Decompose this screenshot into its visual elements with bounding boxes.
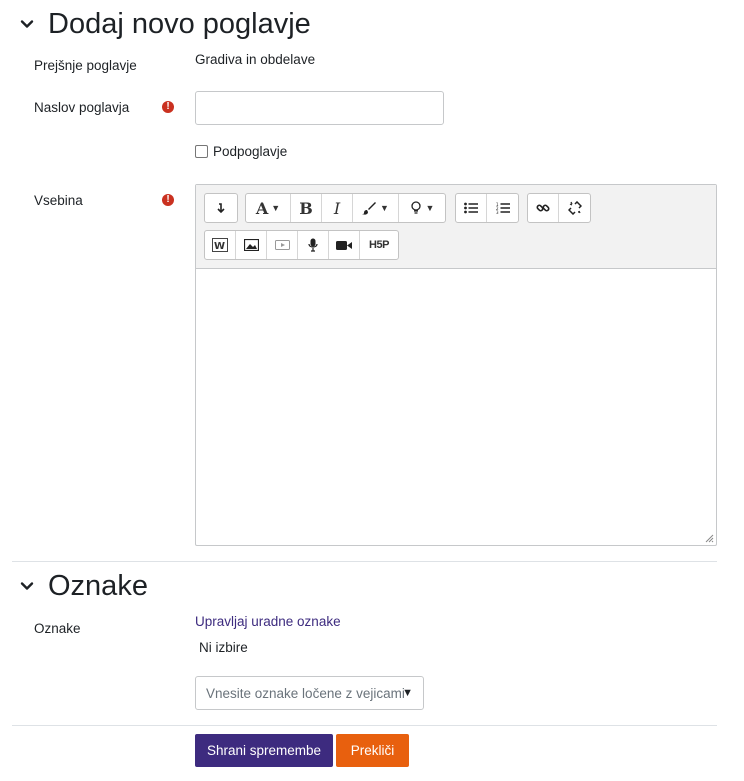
chapter-title-label: Naslov poglavja (34, 100, 130, 115)
accessibility-button[interactable]: ▼ (399, 194, 445, 222)
content-label: Vsebina (34, 193, 83, 208)
editor-toolbar: A ▼ B I ▼ ▼ 123 W H5P (196, 185, 716, 269)
ordered-list-icon: 123 (496, 202, 510, 214)
unordered-list-icon (464, 202, 478, 214)
toolbar-group-links (527, 193, 591, 223)
bold-icon: B (299, 198, 313, 218)
tags-label: Oznake (34, 621, 81, 636)
subchapter-checkbox[interactable] (195, 145, 208, 158)
record-video-icon (336, 240, 352, 250)
resize-handle-icon[interactable] (705, 534, 714, 543)
collapse-toolbar-button[interactable] (205, 194, 237, 222)
link-icon (536, 204, 550, 212)
image-icon (243, 239, 259, 251)
section-header-tags[interactable]: Oznake (20, 568, 148, 604)
media-icon (274, 240, 290, 250)
bold-button[interactable]: B (291, 194, 322, 222)
section-divider (12, 725, 717, 726)
tags-input-placeholder: Vnesite oznake ločene z vejicami (206, 685, 405, 701)
previous-chapter-value: Gradiva in obdelave (195, 52, 316, 67)
italic-icon: I (333, 198, 341, 218)
record-audio-button[interactable] (298, 231, 329, 259)
collapse-icon (217, 203, 225, 214)
caret-down-icon: ▼ (425, 203, 435, 213)
section-title: Oznake (48, 569, 148, 602)
tags-input[interactable]: Vnesite oznake ločene z vejicami ▼ (195, 676, 424, 710)
toolbar-group-lists: 123 (455, 193, 519, 223)
chevron-down-icon[interactable] (20, 579, 34, 593)
link-button[interactable] (528, 194, 559, 222)
ordered-list-button[interactable]: 123 (487, 194, 518, 222)
editor-content-area[interactable] (196, 269, 716, 545)
required-icon: ! (162, 194, 174, 206)
previous-chapter-label: Prejšnje poglavje (34, 58, 137, 73)
h5p-button[interactable]: H5P (360, 231, 398, 259)
word-paste-icon: W (212, 238, 228, 252)
font-style-button[interactable]: A ▼ (246, 194, 291, 222)
save-button[interactable]: Shrani spremembe (195, 734, 333, 767)
caret-down-icon: ▼ (402, 687, 413, 699)
toolbar-group-style: A ▼ B I ▼ ▼ (245, 193, 446, 223)
unordered-list-button[interactable] (456, 194, 487, 222)
lightbulb-icon (410, 201, 421, 214)
media-button[interactable] (267, 231, 298, 259)
italic-button[interactable]: I (322, 194, 353, 222)
section-header-chapter[interactable]: Dodaj novo poglavje (20, 6, 311, 42)
section-title: Dodaj novo poglavje (48, 7, 311, 40)
unlink-icon (567, 201, 582, 215)
subchapter-label: Podpoglavje (213, 144, 288, 159)
caret-down-icon: ▼ (271, 203, 281, 213)
cancel-button[interactable]: Prekliči (336, 734, 409, 767)
chapter-title-input[interactable] (195, 91, 444, 125)
record-video-button[interactable] (329, 231, 360, 259)
h5p-icon: H5P (369, 239, 389, 251)
required-icon: ! (162, 101, 174, 113)
image-button[interactable] (236, 231, 267, 259)
word-paste-button[interactable]: W (205, 231, 236, 259)
svg-text:3: 3 (496, 210, 499, 214)
unlink-button[interactable] (559, 194, 590, 222)
record-audio-icon (308, 238, 318, 252)
chevron-down-icon[interactable] (20, 17, 34, 31)
text-color-button[interactable]: ▼ (353, 194, 399, 222)
toolbar-group-media: W H5P (204, 230, 399, 260)
brush-icon (362, 202, 377, 215)
manage-tags-link[interactable]: Upravljaj uradne oznake (195, 614, 341, 629)
no-selection-text: Ni izbire (199, 640, 248, 655)
content-editor: A ▼ B I ▼ ▼ 123 W H5P (195, 184, 717, 546)
caret-down-icon: ▼ (380, 203, 389, 213)
toolbar-group-collapse (204, 193, 238, 223)
font-style-icon: A (255, 198, 269, 218)
section-divider (12, 561, 717, 562)
svg-text:W: W (214, 241, 225, 252)
